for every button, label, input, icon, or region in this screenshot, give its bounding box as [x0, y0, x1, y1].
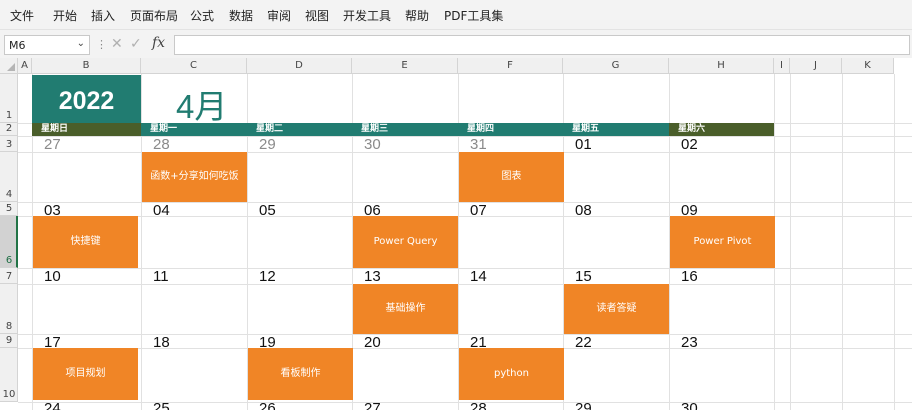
calendar-date[interactable]: 05	[259, 203, 276, 219]
calendar-event[interactable]: 项目规划	[33, 348, 138, 400]
column-header-h[interactable]: H	[669, 58, 774, 74]
calendar-date[interactable]: 01	[575, 137, 592, 153]
column-header-g[interactable]: G	[563, 58, 669, 74]
more-options-icon[interactable]: ⋮	[96, 38, 107, 51]
column-header-b[interactable]: B	[32, 58, 141, 74]
row-header-6[interactable]: 6	[0, 216, 18, 268]
calendar-date[interactable]: 23	[681, 335, 698, 351]
column-header-j[interactable]: J	[790, 58, 842, 74]
calendar-event[interactable]: 基础操作	[353, 284, 458, 334]
calendar-date[interactable]: 08	[575, 203, 592, 219]
calendar-event[interactable]: 函数+分享如何吃饭	[142, 152, 247, 202]
calendar-date[interactable]: 07	[470, 203, 487, 219]
calendar-date[interactable]: 29	[575, 401, 592, 410]
calendar-event[interactable]: 读者答疑	[564, 284, 669, 334]
ribbon-menu-bar: 文件 开始 插入 页面布局 公式 数据 审阅 视图 开发工具 帮助 PDF工具集	[0, 0, 912, 30]
menu-home[interactable]: 开始	[53, 7, 77, 24]
calendar-date[interactable]: 24	[44, 401, 61, 410]
calendar-date[interactable]: 20	[364, 335, 381, 351]
column-header-e[interactable]: E	[352, 58, 458, 74]
calendar-event[interactable]: 图表	[459, 152, 564, 202]
calendar-date[interactable]: 25	[153, 401, 170, 410]
menu-help[interactable]: 帮助	[405, 7, 429, 24]
calendar-date[interactable]: 27	[364, 401, 381, 410]
menu-pdf-tools[interactable]: PDF工具集	[444, 7, 503, 24]
weekday-header: 星期四	[458, 123, 563, 136]
weekday-header: 星期六	[669, 123, 774, 136]
row-header-8[interactable]: 8	[0, 284, 18, 334]
column-header-k[interactable]: K	[842, 58, 894, 74]
menu-view[interactable]: 视图	[305, 7, 329, 24]
formula-bar: M6 ⌄ ⋮ ✕ ✓ fx	[0, 30, 912, 58]
menu-data[interactable]: 数据	[229, 7, 253, 24]
name-box[interactable]: M6 ⌄	[4, 35, 90, 55]
row-header-10[interactable]: 10	[0, 348, 18, 402]
weekday-header: 星期三	[352, 123, 458, 136]
row-header-5[interactable]: 5	[0, 202, 18, 216]
menu-insert[interactable]: 插入	[91, 7, 115, 24]
row-header-9[interactable]: 9	[0, 334, 18, 348]
calendar-event[interactable]: 看板制作	[248, 348, 353, 400]
calendar-date[interactable]: 10	[44, 269, 61, 285]
calendar-date[interactable]: 15	[575, 269, 592, 285]
calendar-date[interactable]: 30	[681, 401, 698, 410]
calendar-date[interactable]: 30	[364, 137, 381, 153]
confirm-icon[interactable]: ✓	[130, 36, 142, 52]
calendar-date[interactable]: 13	[364, 269, 381, 285]
calendar-date[interactable]: 04	[153, 203, 170, 219]
weekday-header: 星期一	[141, 123, 247, 136]
menu-file[interactable]: 文件	[10, 7, 34, 24]
calendar-date[interactable]: 31	[470, 137, 487, 153]
calendar-date[interactable]: 16	[681, 269, 698, 285]
weekday-header: 星期日	[32, 123, 141, 136]
calendar-date[interactable]: 14	[470, 269, 487, 285]
calendar-date[interactable]: 28	[470, 401, 487, 410]
calendar-date[interactable]: 11	[153, 269, 169, 285]
calendar-date[interactable]: 18	[153, 335, 170, 351]
row-header-1[interactable]: 1	[0, 74, 18, 123]
cancel-icon[interactable]: ✕	[111, 36, 123, 52]
calendar-date[interactable]: 29	[259, 137, 276, 153]
worksheet-grid[interactable]: A B C D E F G H I J K 1 2 3 4 5 6 7 8 9 10 2022 4月 星期日 星期一 星期二 星期三…	[0, 58, 912, 410]
insert-function-icon[interactable]: fx	[152, 35, 165, 51]
weekday-header: 星期五	[563, 123, 669, 136]
gridline-vertical	[842, 74, 843, 410]
chevron-down-icon[interactable]: ⌄	[77, 38, 85, 49]
calendar-date[interactable]: 22	[575, 335, 592, 351]
menu-page-layout[interactable]: 页面布局	[130, 7, 178, 24]
row-header-4[interactable]: 4	[0, 152, 18, 202]
calendar-event[interactable]: Power Pivot	[670, 216, 775, 268]
column-header-c[interactable]: C	[141, 58, 247, 74]
row-header-2[interactable]: 2	[0, 123, 18, 136]
gridline-vertical	[894, 74, 895, 410]
calendar-event[interactable]: Power Query	[353, 216, 458, 268]
column-header-d[interactable]: D	[247, 58, 352, 74]
calendar-date[interactable]: 26	[259, 401, 276, 410]
calendar-event[interactable]: 快捷键	[33, 216, 138, 268]
calendar-date[interactable]: 12	[259, 269, 276, 285]
gridline-vertical	[790, 74, 791, 410]
menu-review[interactable]: 审阅	[267, 7, 291, 24]
formula-input[interactable]	[174, 35, 910, 55]
menu-developer[interactable]: 开发工具	[343, 7, 391, 24]
calendar-month: 4月	[176, 88, 228, 125]
column-header-f[interactable]: F	[458, 58, 563, 74]
calendar-year: 2022	[32, 75, 141, 123]
calendar-date[interactable]: 02	[681, 137, 698, 153]
menu-formulas[interactable]: 公式	[190, 7, 214, 24]
row-header-3[interactable]: 3	[0, 136, 18, 152]
calendar-date[interactable]: 27	[44, 137, 61, 153]
column-header-a[interactable]: A	[18, 58, 32, 74]
column-header-i[interactable]: I	[774, 58, 790, 74]
calendar-date[interactable]: 28	[153, 137, 170, 153]
weekday-header: 星期二	[247, 123, 352, 136]
row-header-7[interactable]: 7	[0, 268, 18, 284]
calendar-event[interactable]: python	[459, 348, 564, 400]
name-box-value: M6	[9, 39, 26, 52]
select-all-corner[interactable]	[0, 58, 18, 74]
